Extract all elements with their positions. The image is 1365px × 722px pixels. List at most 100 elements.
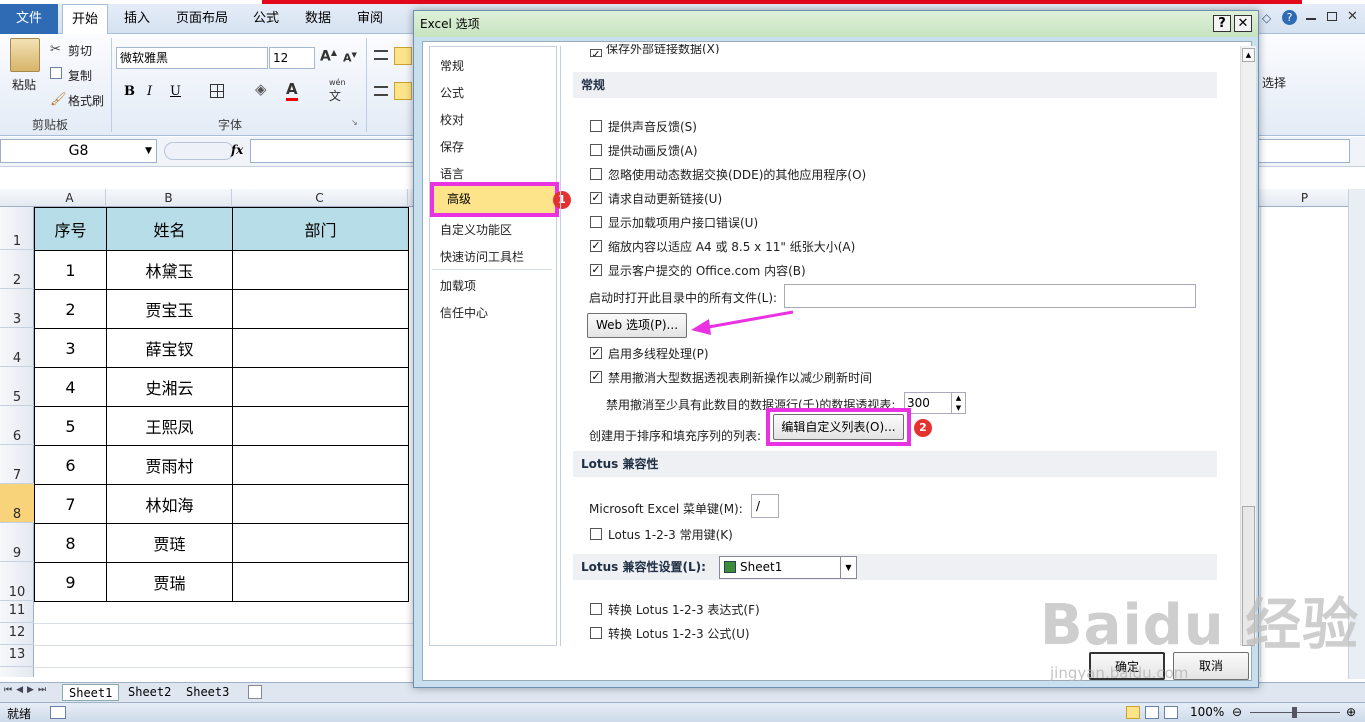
- row-header[interactable]: 3: [0, 289, 34, 328]
- cell[interactable]: 贾瑞: [106, 562, 233, 602]
- row-header[interactable]: 6: [0, 406, 34, 445]
- window-minimize-icon[interactable]: [1306, 18, 1316, 20]
- fill-color-icon[interactable]: ◈: [255, 80, 267, 98]
- menu-key-input[interactable]: /: [751, 494, 779, 518]
- bold-button[interactable]: B: [124, 84, 135, 99]
- checkbox-lotus-formulas[interactable]: [590, 627, 602, 639]
- help-icon[interactable]: ?: [1282, 10, 1297, 25]
- cell[interactable]: 贾雨村: [106, 445, 233, 485]
- align-center-icon[interactable]: [394, 82, 412, 100]
- page-layout-view-icon[interactable]: [1145, 706, 1159, 719]
- cell[interactable]: 史湘云: [106, 367, 233, 407]
- window-close-icon[interactable]: ✕: [1347, 9, 1358, 24]
- cell[interactable]: [232, 406, 409, 446]
- cell[interactable]: 贾琏: [106, 523, 233, 563]
- nav-advanced[interactable]: 高级: [430, 182, 559, 217]
- format-painter-button[interactable]: 格式刷: [68, 92, 104, 109]
- name-box[interactable]: G8 ▼: [0, 139, 157, 163]
- row-header[interactable]: 11: [0, 601, 34, 623]
- checkbox-update-links[interactable]: ✓: [590, 192, 602, 204]
- italic-button[interactable]: I: [147, 84, 152, 99]
- cell[interactable]: [232, 328, 409, 368]
- cell[interactable]: 3: [34, 328, 107, 368]
- tab-file[interactable]: 文件: [0, 4, 58, 34]
- page-break-view-icon[interactable]: [1164, 706, 1178, 719]
- phonetic-icon[interactable]: wén 文: [329, 78, 346, 104]
- name-box-dropdown-icon[interactable]: ▼: [145, 140, 152, 162]
- font-color-icon[interactable]: A: [286, 80, 298, 101]
- spinner-arrows-icon[interactable]: ▲ ▼: [951, 393, 965, 413]
- zoom-level[interactable]: 100%: [1190, 705, 1224, 719]
- nav-customize-ribbon[interactable]: 自定义功能区: [440, 221, 512, 238]
- row-header[interactable]: 2: [0, 250, 34, 289]
- align-left-icon[interactable]: [374, 86, 388, 96]
- select-button[interactable]: 选择: [1262, 74, 1286, 91]
- tab-page-layout[interactable]: 页面布局: [170, 4, 234, 34]
- nav-general[interactable]: 常规: [440, 57, 464, 74]
- checkbox-lotus-expressions[interactable]: [590, 603, 602, 615]
- tab-review[interactable]: 审阅: [348, 4, 392, 34]
- font-size-combo[interactable]: 12: [269, 47, 315, 69]
- nav-proofing[interactable]: 校对: [440, 111, 464, 128]
- nav-quick-access-toolbar[interactable]: 快速访问工具栏: [440, 248, 524, 265]
- cell[interactable]: [232, 523, 409, 563]
- window-restore-icon[interactable]: [1327, 12, 1337, 21]
- tab-home[interactable]: 开始: [62, 4, 108, 34]
- header-cell-number[interactable]: 序号: [34, 207, 107, 251]
- cell[interactable]: [232, 562, 409, 602]
- column-header-a[interactable]: A: [34, 189, 106, 207]
- align-middle-icon[interactable]: [394, 47, 412, 65]
- cell[interactable]: [232, 250, 409, 290]
- shrink-font-icon[interactable]: A▼: [343, 51, 357, 65]
- cell[interactable]: 林黛玉: [106, 250, 233, 290]
- web-options-button[interactable]: Web 选项(P)...: [587, 313, 687, 338]
- insert-function-icon[interactable]: fx: [231, 143, 243, 157]
- cell[interactable]: 林如海: [106, 484, 233, 524]
- cell[interactable]: [232, 289, 409, 329]
- cell[interactable]: 4: [34, 367, 107, 407]
- checkbox-office-content[interactable]: ✓: [590, 264, 602, 276]
- cell[interactable]: 7: [34, 484, 107, 524]
- sheet-select[interactable]: Sheet1 ▼: [719, 556, 857, 579]
- tab-formulas[interactable]: 公式: [244, 4, 288, 34]
- copy-button[interactable]: 复制: [68, 67, 92, 84]
- font-dialog-launcher-icon[interactable]: ↘: [351, 118, 358, 127]
- zoom-in-icon[interactable]: ⊕: [1346, 705, 1356, 719]
- scroll-up-icon[interactable]: ▲: [1242, 48, 1255, 62]
- cell[interactable]: 6: [34, 445, 107, 485]
- options-scrollbar[interactable]: ▲: [1240, 46, 1256, 646]
- checkbox-multithread[interactable]: ✓: [590, 347, 602, 359]
- cell[interactable]: 5: [34, 406, 107, 446]
- dialog-close-button[interactable]: ✕: [1234, 15, 1252, 32]
- checkbox[interactable]: ✓: [590, 49, 602, 57]
- cell[interactable]: 王熙凤: [106, 406, 233, 446]
- cell[interactable]: 9: [34, 562, 107, 602]
- cell[interactable]: 贾宝玉: [106, 289, 233, 329]
- cell[interactable]: 2: [34, 289, 107, 329]
- edit-custom-lists-button[interactable]: 编辑自定义列表(O)...: [773, 414, 904, 440]
- row-header[interactable]: 4: [0, 328, 34, 367]
- checkbox-scale-paper[interactable]: ✓: [590, 240, 602, 252]
- cell[interactable]: 薛宝钗: [106, 328, 233, 368]
- underline-button[interactable]: U: [170, 84, 181, 99]
- align-top-icon[interactable]: [374, 50, 388, 60]
- grow-font-icon[interactable]: A▲: [320, 48, 337, 65]
- checkbox-animation-feedback[interactable]: [590, 144, 602, 156]
- row-header[interactable]: 12: [0, 623, 34, 645]
- row-header[interactable]: 9: [0, 523, 34, 562]
- sheet-tab-2[interactable]: Sheet2: [122, 684, 177, 701]
- checkbox-pivot-undo[interactable]: ✓: [590, 371, 602, 383]
- zoom-out-icon[interactable]: ⊖: [1232, 705, 1242, 719]
- nav-add-ins[interactable]: 加载项: [440, 277, 476, 294]
- sheet-tab-1[interactable]: Sheet1: [62, 684, 120, 701]
- tab-data[interactable]: 数据: [296, 4, 340, 34]
- row-header[interactable]: 5: [0, 367, 34, 406]
- cell[interactable]: 1: [34, 250, 107, 290]
- header-cell-name[interactable]: 姓名: [106, 207, 233, 251]
- sheet-nav-arrows-icon[interactable]: ⏮◀▶⏭: [4, 685, 50, 695]
- row-header[interactable]: 1: [0, 207, 34, 250]
- select-dropdown-icon[interactable]: ▼: [840, 557, 856, 578]
- column-header-b[interactable]: B: [106, 189, 232, 207]
- checkbox-lotus-nav-keys[interactable]: [590, 528, 602, 540]
- normal-view-icon[interactable]: [1126, 706, 1140, 719]
